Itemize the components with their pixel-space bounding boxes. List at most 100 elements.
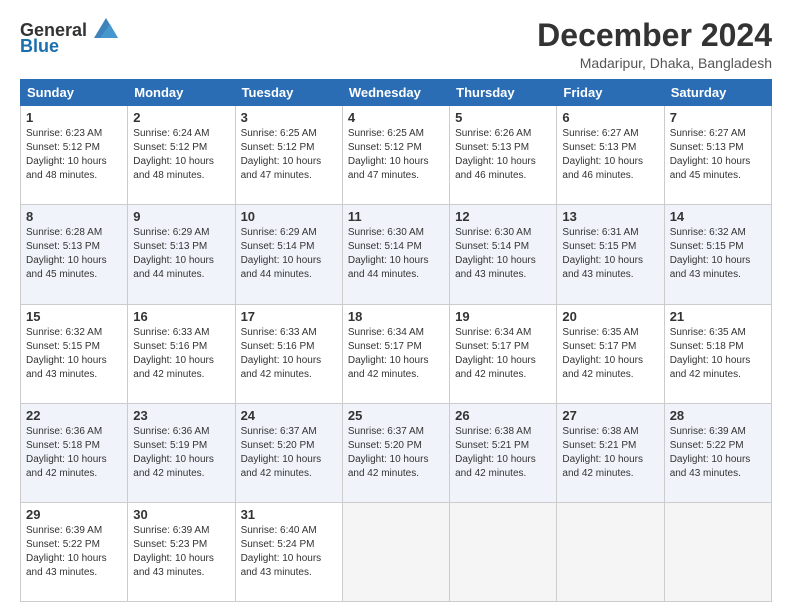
day-number: 24	[241, 408, 337, 423]
table-row: 5Sunrise: 6:26 AM Sunset: 5:13 PM Daylig…	[450, 106, 557, 205]
day-info: Sunrise: 6:33 AM Sunset: 5:16 PM Dayligh…	[241, 326, 337, 382]
day-info: Sunrise: 6:39 AM Sunset: 5:23 PM Dayligh…	[133, 524, 229, 580]
table-row: 14Sunrise: 6:32 AM Sunset: 5:15 PM Dayli…	[664, 205, 771, 304]
day-info: Sunrise: 6:39 AM Sunset: 5:22 PM Dayligh…	[670, 425, 766, 481]
table-row: 25 Sunrise: 6:37 AM Sunset: 5:20 PM Dayli…	[342, 403, 449, 502]
table-row: 2 Sunrise: 6:24 AM Sunset: 5:12 PM Daylig…	[128, 106, 235, 205]
day-info: Sunrise: 6:31 AM Sunset: 5:15 PM Dayligh…	[562, 226, 658, 282]
col-monday: Monday	[128, 80, 235, 106]
logo: General Blue	[20, 18, 122, 57]
day-info: Sunrise: 6:37 AM Sunset: 5:20 PM Dayligh…	[241, 425, 337, 481]
day-info: Sunrise: 6:34 AM Sunset: 5:17 PM Dayligh…	[455, 326, 551, 382]
table-row: 24 Sunrise: 6:37 AM Sunset: 5:20 PM Dayli…	[235, 403, 342, 502]
day-number: 15	[26, 309, 122, 324]
day-number: 20	[562, 309, 658, 324]
table-row: 17 Sunrise: 6:33 AM Sunset: 5:16 PM Dayli…	[235, 304, 342, 403]
day-info: Sunrise: 6:23 AM Sunset: 5:12 PM Dayligh…	[26, 127, 122, 183]
table-row	[342, 502, 449, 601]
day-number: 12	[455, 209, 551, 224]
day-number: 31	[241, 507, 337, 522]
day-number: 1	[26, 110, 122, 125]
table-row: 8Sunrise: 6:28 AM Sunset: 5:13 PM Daylig…	[21, 205, 128, 304]
day-info: Sunrise: 6:29 AM Sunset: 5:13 PM Dayligh…	[133, 226, 229, 282]
table-row: 28 Sunrise: 6:39 AM Sunset: 5:22 PM Dayli…	[664, 403, 771, 502]
day-info: Sunrise: 6:27 AM Sunset: 5:13 PM Dayligh…	[670, 127, 766, 183]
table-row: 9 Sunrise: 6:29 AM Sunset: 5:13 PM Daylig…	[128, 205, 235, 304]
day-info: Sunrise: 6:25 AM Sunset: 5:12 PM Dayligh…	[348, 127, 444, 183]
day-number: 18	[348, 309, 444, 324]
logo-icon	[90, 14, 122, 42]
day-info: Sunrise: 6:32 AM Sunset: 5:15 PM Dayligh…	[26, 326, 122, 382]
day-number: 19	[455, 309, 551, 324]
day-info: Sunrise: 6:29 AM Sunset: 5:14 PM Dayligh…	[241, 226, 337, 282]
day-info: Sunrise: 6:35 AM Sunset: 5:17 PM Dayligh…	[562, 326, 658, 382]
table-row: 20 Sunrise: 6:35 AM Sunset: 5:17 PM Dayli…	[557, 304, 664, 403]
day-number: 4	[348, 110, 444, 125]
day-number: 27	[562, 408, 658, 423]
day-number: 8	[26, 209, 122, 224]
day-number: 14	[670, 209, 766, 224]
day-info: Sunrise: 6:24 AM Sunset: 5:12 PM Dayligh…	[133, 127, 229, 183]
day-info: Sunrise: 6:36 AM Sunset: 5:19 PM Dayligh…	[133, 425, 229, 481]
calendar-header-row: Sunday Monday Tuesday Wednesday Thursday…	[21, 80, 772, 106]
table-row: 7 Sunrise: 6:27 AM Sunset: 5:13 PM Daylig…	[664, 106, 771, 205]
calendar-week-row: 8Sunrise: 6:28 AM Sunset: 5:13 PM Daylig…	[21, 205, 772, 304]
table-row: 29 Sunrise: 6:39 AM Sunset: 5:22 PM Dayli…	[21, 502, 128, 601]
day-number: 6	[562, 110, 658, 125]
day-info: Sunrise: 6:37 AM Sunset: 5:20 PM Dayligh…	[348, 425, 444, 481]
day-number: 7	[670, 110, 766, 125]
day-number: 30	[133, 507, 229, 522]
day-number: 28	[670, 408, 766, 423]
day-number: 21	[670, 309, 766, 324]
calendar-week-row: 29 Sunrise: 6:39 AM Sunset: 5:22 PM Dayli…	[21, 502, 772, 601]
day-info: Sunrise: 6:30 AM Sunset: 5:14 PM Dayligh…	[348, 226, 444, 282]
col-tuesday: Tuesday	[235, 80, 342, 106]
day-number: 13	[562, 209, 658, 224]
day-number: 25	[348, 408, 444, 423]
month-title: December 2024	[537, 18, 772, 53]
page: General Blue December 2024 Madaripur, Dh…	[0, 0, 792, 612]
day-info: Sunrise: 6:38 AM Sunset: 5:21 PM Dayligh…	[562, 425, 658, 481]
day-number: 11	[348, 209, 444, 224]
day-number: 17	[241, 309, 337, 324]
day-number: 23	[133, 408, 229, 423]
table-row: 13 Sunrise: 6:31 AM Sunset: 5:15 PM Dayli…	[557, 205, 664, 304]
table-row: 19 Sunrise: 6:34 AM Sunset: 5:17 PM Dayli…	[450, 304, 557, 403]
table-row: 1 Sunrise: 6:23 AM Sunset: 5:12 PM Daylig…	[21, 106, 128, 205]
day-info: Sunrise: 6:34 AM Sunset: 5:17 PM Dayligh…	[348, 326, 444, 382]
table-row	[557, 502, 664, 601]
day-number: 29	[26, 507, 122, 522]
calendar-week-row: 15 Sunrise: 6:32 AM Sunset: 5:15 PM Dayli…	[21, 304, 772, 403]
table-row: 15 Sunrise: 6:32 AM Sunset: 5:15 PM Dayli…	[21, 304, 128, 403]
day-number: 5	[455, 110, 551, 125]
day-info: Sunrise: 6:35 AM Sunset: 5:18 PM Dayligh…	[670, 326, 766, 382]
table-row: 30 Sunrise: 6:39 AM Sunset: 5:23 PM Dayli…	[128, 502, 235, 601]
table-row: 11 Sunrise: 6:30 AM Sunset: 5:14 PM Dayli…	[342, 205, 449, 304]
col-sunday: Sunday	[21, 80, 128, 106]
table-row: 26Sunrise: 6:38 AM Sunset: 5:21 PM Dayli…	[450, 403, 557, 502]
table-row: 10 Sunrise: 6:29 AM Sunset: 5:14 PM Dayli…	[235, 205, 342, 304]
day-info: Sunrise: 6:39 AM Sunset: 5:22 PM Dayligh…	[26, 524, 122, 580]
table-row: 6 Sunrise: 6:27 AM Sunset: 5:13 PM Daylig…	[557, 106, 664, 205]
table-row: 21 Sunrise: 6:35 AM Sunset: 5:18 PM Dayli…	[664, 304, 771, 403]
col-friday: Friday	[557, 80, 664, 106]
logo-blue: Blue	[20, 36, 59, 57]
header: General Blue December 2024 Madaripur, Dh…	[20, 18, 772, 71]
day-number: 22	[26, 408, 122, 423]
location-subtitle: Madaripur, Dhaka, Bangladesh	[537, 55, 772, 71]
day-number: 9	[133, 209, 229, 224]
title-block: December 2024 Madaripur, Dhaka, Banglade…	[537, 18, 772, 71]
day-number: 10	[241, 209, 337, 224]
table-row: 16Sunrise: 6:33 AM Sunset: 5:16 PM Dayli…	[128, 304, 235, 403]
day-number: 2	[133, 110, 229, 125]
day-info: Sunrise: 6:38 AM Sunset: 5:21 PM Dayligh…	[455, 425, 551, 481]
table-row: 12Sunrise: 6:30 AM Sunset: 5:14 PM Dayli…	[450, 205, 557, 304]
table-row: 3Sunrise: 6:25 AM Sunset: 5:12 PM Daylig…	[235, 106, 342, 205]
table-row: 18 Sunrise: 6:34 AM Sunset: 5:17 PM Dayli…	[342, 304, 449, 403]
day-info: Sunrise: 6:36 AM Sunset: 5:18 PM Dayligh…	[26, 425, 122, 481]
calendar-week-row: 1 Sunrise: 6:23 AM Sunset: 5:12 PM Daylig…	[21, 106, 772, 205]
day-info: Sunrise: 6:27 AM Sunset: 5:13 PM Dayligh…	[562, 127, 658, 183]
day-info: Sunrise: 6:40 AM Sunset: 5:24 PM Dayligh…	[241, 524, 337, 580]
table-row: 27 Sunrise: 6:38 AM Sunset: 5:21 PM Dayli…	[557, 403, 664, 502]
day-info: Sunrise: 6:33 AM Sunset: 5:16 PM Dayligh…	[133, 326, 229, 382]
